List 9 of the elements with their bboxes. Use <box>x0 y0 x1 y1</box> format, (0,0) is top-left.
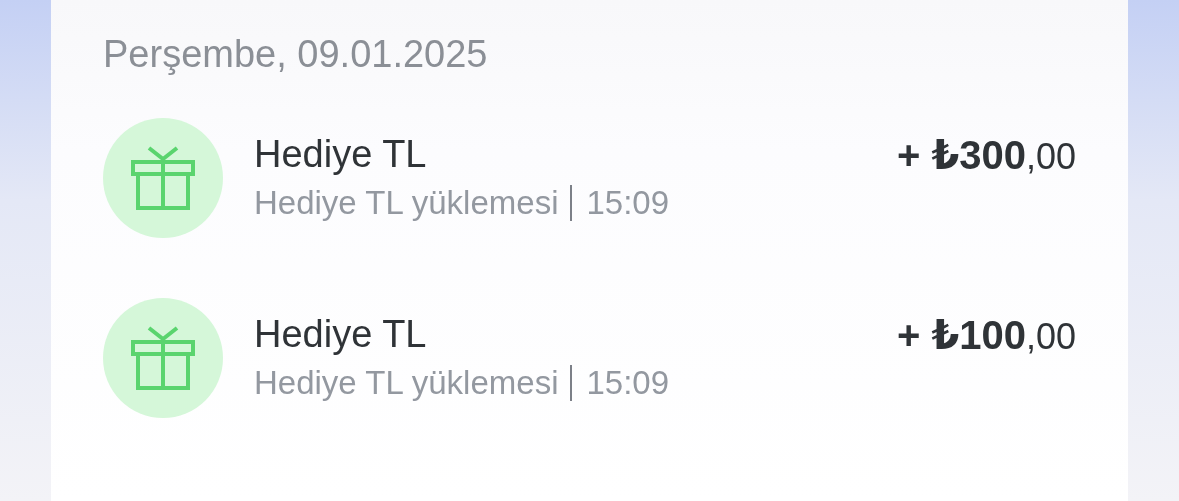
transaction-time: 15:09 <box>586 185 670 222</box>
transaction-time: 15:09 <box>586 365 670 402</box>
transaction-amount: + ₺300,00 <box>896 131 1076 178</box>
date-header: Perşembe, 09.01.2025 <box>103 32 489 77</box>
transaction-title: Hediye TL <box>254 133 428 176</box>
transaction-title: Hediye TL <box>254 313 428 356</box>
transaction-description: Hediye TL yüklemesi <box>254 365 559 402</box>
transaction-description: Hediye TL yüklemesi <box>254 185 559 222</box>
transaction-amount: + ₺100,00 <box>896 311 1076 358</box>
